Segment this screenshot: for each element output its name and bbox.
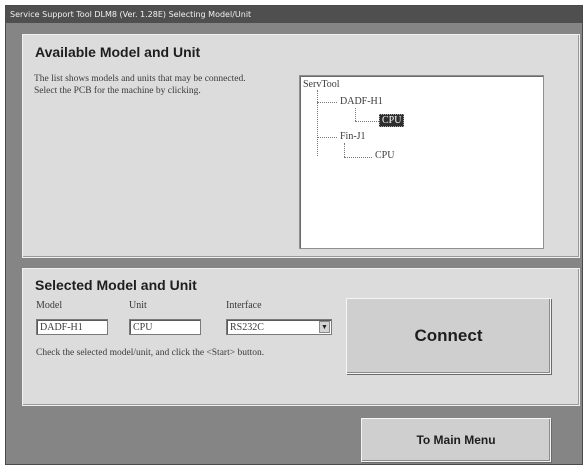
selected-heading: Selected Model and Unit (35, 277, 197, 293)
unit-field[interactable]: CPU (129, 319, 201, 335)
tree-connector (317, 90, 318, 156)
tree-node-model-fin[interactable]: Fin-J1 (340, 131, 366, 142)
available-panel: Available Model and Unit The list shows … (22, 34, 580, 258)
model-label: Model (36, 300, 63, 311)
tree-connector (355, 121, 379, 122)
available-heading: Available Model and Unit (35, 44, 201, 60)
model-field[interactable]: DADF-H1 (36, 319, 108, 335)
connect-button[interactable]: Connect (346, 298, 551, 374)
tree-node-unit-cpu-selected[interactable]: CPU (379, 114, 405, 127)
tree-node-model-dadf[interactable]: DADF-H1 (340, 96, 383, 107)
tree-node-root[interactable]: ServTool (303, 79, 340, 90)
interface-label: Interface (226, 300, 262, 311)
tree-connector (317, 137, 337, 138)
interface-value: RS232C (230, 322, 264, 333)
available-description: The list shows models and units that may… (34, 74, 246, 96)
selected-panel: Selected Model and Unit Model DADF-H1 Un… (22, 268, 580, 406)
selected-instruction: Check the selected model/unit, and click… (36, 348, 265, 358)
app-window: Service Support Tool DLM8 (Ver. 1.28E) S… (5, 5, 583, 465)
window-title: Service Support Tool DLM8 (Ver. 1.28E) S… (6, 6, 582, 23)
tree-connector (344, 143, 345, 157)
tree-connector (344, 157, 372, 158)
interface-select[interactable]: RS232C ▼ (226, 319, 332, 335)
tree-node-unit-cpu[interactable]: CPU (375, 150, 394, 161)
model-unit-tree[interactable]: ServTool DADF-H1 CPU Fin-J1 CPU (299, 75, 544, 249)
tree-connector (317, 102, 337, 103)
unit-label: Unit (129, 300, 147, 311)
chevron-down-icon[interactable]: ▼ (319, 321, 330, 333)
main-menu-button[interactable]: To Main Menu (361, 418, 551, 462)
tree-connector (355, 108, 356, 121)
